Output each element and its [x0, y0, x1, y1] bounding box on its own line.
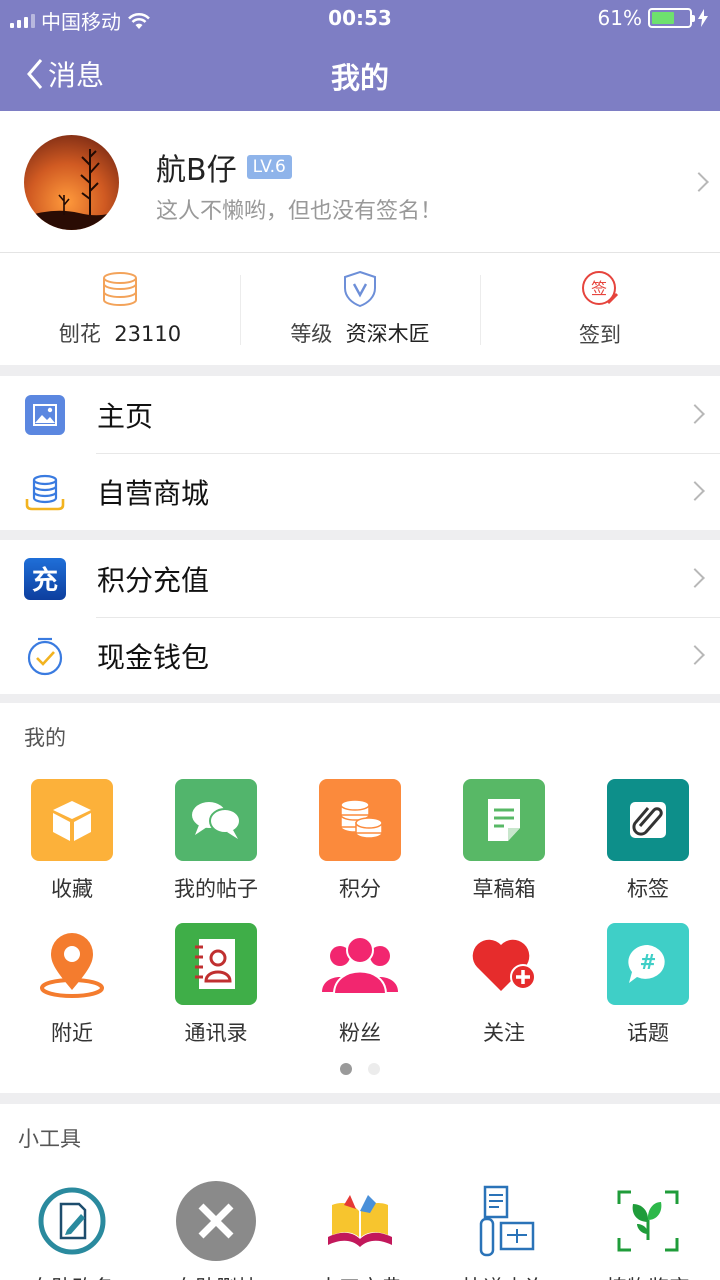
coins-icon [319, 779, 401, 861]
menu-label-wallet: 现金钱包 [97, 640, 210, 674]
grid-label-nearby: 附近 [51, 1021, 93, 1045]
menu-label-mall: 自营商城 [97, 476, 210, 510]
mine-section: 我的 收藏 我的帖子 积分 草稿箱 标签 附近 通讯录 粉丝 关注 # 话题 [0, 703, 720, 1093]
profile-card[interactable]: 航B仔 LV.6 这人不懒哟，但也没有签名！ [0, 111, 720, 253]
grid-label-following: 关注 [483, 1021, 525, 1045]
tool-item-express[interactable]: 快递查询 [432, 1180, 576, 1280]
recharge-icon: 充 [24, 557, 66, 600]
book-icon [319, 1180, 401, 1262]
stat-points[interactable]: 刨花 23110 [0, 253, 240, 365]
heart-plus-icon [463, 923, 545, 1005]
grid-label-points: 积分 [339, 877, 381, 901]
tool-label-plant-id: 植物鉴定 [606, 1272, 690, 1280]
menu-label-homepage: 主页 [97, 399, 154, 433]
chevron-right-icon [685, 568, 705, 588]
chevron-right-icon [685, 645, 705, 665]
grid-item-following[interactable]: 关注 [432, 923, 576, 1047]
level-badge: LV.6 [246, 155, 292, 179]
fans-icon [319, 923, 401, 1005]
tool-item-delete-post[interactable]: 自助删帖 [144, 1180, 288, 1280]
coins-stack-icon [103, 272, 137, 306]
tools-section-title: 小工具 [18, 1127, 81, 1151]
contacts-book-icon [175, 923, 257, 1005]
svg-text:签: 签 [591, 279, 607, 298]
tool-label-delete-post: 自助删帖 [174, 1272, 258, 1280]
plant-scan-icon [607, 1180, 689, 1262]
mine-section-title: 我的 [24, 726, 66, 750]
nav-bar: 消息 我的 [0, 36, 720, 111]
grid-label-contacts: 通讯录 [184, 1021, 248, 1045]
paperclip-icon [607, 779, 689, 861]
grid-item-fans[interactable]: 粉丝 [288, 923, 432, 1047]
grid-item-nearby[interactable]: 附近 [0, 923, 144, 1047]
svg-text:#: # [640, 950, 657, 974]
stat-points-value: 23110 [114, 322, 182, 346]
database-icon [24, 471, 66, 513]
tool-item-handbook[interactable]: 木工宝典 [288, 1180, 432, 1280]
chevron-right-icon [685, 481, 705, 501]
draft-icon [463, 779, 545, 861]
shield-v-icon [344, 270, 376, 308]
grid-label-favorites: 收藏 [51, 877, 93, 901]
menu-item-wallet[interactable]: 现金钱包 [0, 617, 720, 694]
stat-level-label: 等级 [290, 322, 333, 346]
tool-label-rename: 自助改名 [30, 1272, 114, 1280]
stat-level[interactable]: 等级 资深木匠 [240, 253, 480, 365]
image-icon [24, 394, 66, 436]
page-indicator [0, 1063, 720, 1075]
grid-item-favorites[interactable]: 收藏 [0, 779, 144, 903]
user-signature: 这人不懒哟，但也没有签名！ [156, 199, 443, 224]
tool-item-rename[interactable]: 自助改名 [0, 1180, 144, 1280]
wallet-check-icon [24, 635, 66, 677]
tool-item-plant-id[interactable]: 植物鉴定 [576, 1180, 720, 1280]
tools-section: 小工具 自助改名 自助删帖 木工宝典 快递查询 植物鉴定 [0, 1104, 720, 1280]
charging-icon [698, 9, 708, 27]
stat-signin[interactable]: 签 签到 [480, 253, 720, 365]
grid-item-contacts[interactable]: 通讯录 [144, 923, 288, 1047]
stat-level-value: 资深木匠 [345, 322, 430, 346]
grid-label-my-posts: 我的帖子 [174, 877, 258, 901]
menu-item-mall[interactable]: 自营商城 [0, 453, 720, 530]
grid-item-my-posts[interactable]: 我的帖子 [144, 779, 288, 903]
page-dot[interactable] [340, 1063, 352, 1075]
chevron-right-icon [689, 172, 709, 192]
tool-label-handbook: 木工宝典 [318, 1272, 402, 1280]
recharge-icon-text: 充 [24, 557, 66, 600]
grid-item-drafts[interactable]: 草稿箱 [432, 779, 576, 903]
chat-bubbles-icon [175, 779, 257, 861]
grid-label-drafts: 草稿箱 [472, 877, 536, 901]
location-pin-icon [31, 923, 113, 1005]
grid-label-tags: 标签 [627, 877, 669, 901]
grid-item-topics[interactable]: # 话题 [576, 923, 720, 1047]
delivery-icon [463, 1180, 545, 1262]
page-title: 我的 [330, 61, 389, 95]
box-icon [31, 779, 113, 861]
chevron-right-icon [685, 404, 705, 424]
page-dot[interactable] [368, 1063, 380, 1075]
hashtag-bubble-icon: # [607, 923, 689, 1005]
sign-in-icon: 签 [582, 271, 619, 305]
avatar-image [24, 149, 119, 230]
menu-label-recharge: 积分充值 [97, 563, 210, 597]
grid-item-tags[interactable]: 标签 [576, 779, 720, 903]
delete-x-icon [175, 1180, 257, 1262]
menu-item-homepage[interactable]: 主页 [0, 376, 720, 453]
stat-signin-label: 签到 [579, 323, 621, 347]
battery-percent: 61% [597, 6, 642, 30]
menu-group-wallet: 充 积分充值 现金钱包 [0, 540, 720, 694]
stat-points-label: 刨花 [58, 322, 101, 346]
grid-item-points[interactable]: 积分 [288, 779, 432, 903]
edit-doc-icon [31, 1180, 113, 1262]
menu-group-main: 主页 自营商城 [0, 376, 720, 530]
battery-icon [648, 8, 695, 28]
user-name: 航B仔 [156, 153, 237, 188]
menu-item-recharge[interactable]: 充 积分充值 [0, 540, 720, 617]
grid-label-topics: 话题 [627, 1021, 669, 1045]
tool-label-express: 快递查询 [462, 1272, 546, 1280]
stats-row: 刨花 23110 等级 资深木匠 签 签到 [0, 253, 720, 365]
status-bar: 中国移动 00:53 61% [0, 0, 720, 36]
grid-label-fans: 粉丝 [339, 1021, 381, 1045]
avatar[interactable] [24, 135, 119, 230]
